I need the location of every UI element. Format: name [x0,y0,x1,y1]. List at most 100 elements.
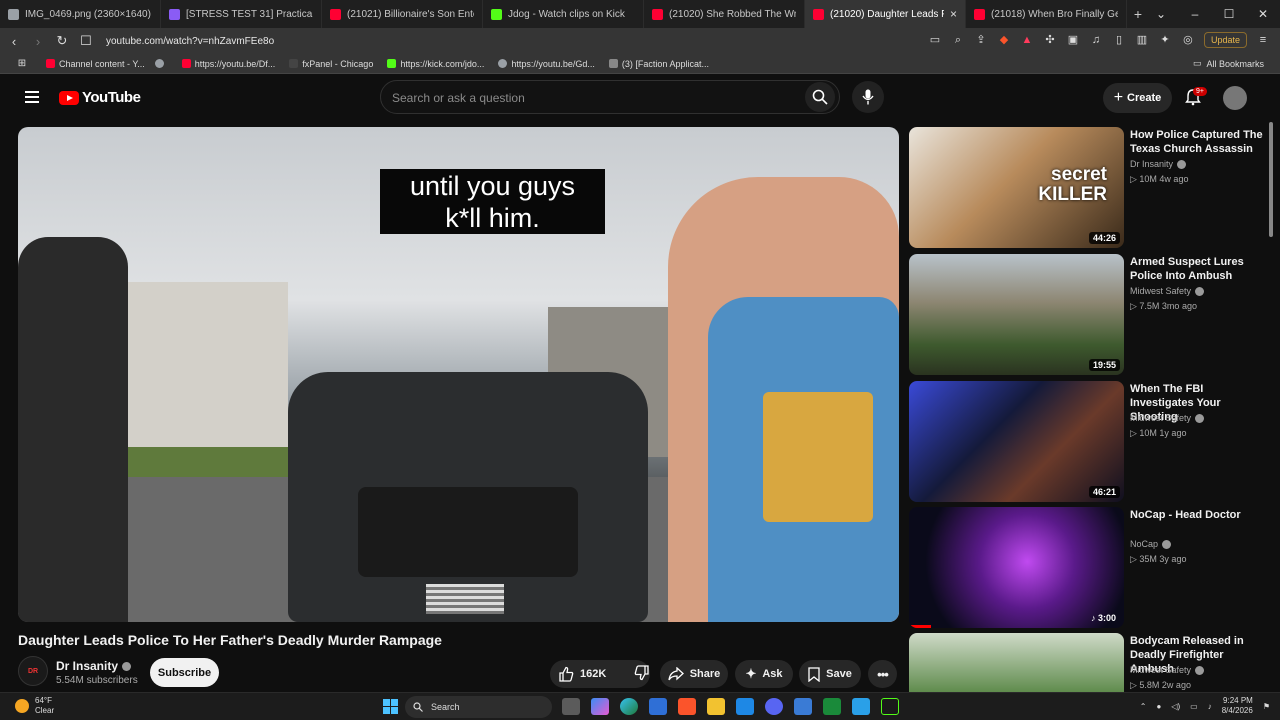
browser-tab[interactable]: [STRESS TEST 31] Practical Basketball [161,0,322,28]
file-explorer-icon[interactable] [707,698,725,715]
recommendation-channel[interactable]: Midwest Safety [1130,413,1205,423]
forward-icon[interactable]: › [28,34,48,49]
maximize-icon[interactable]: ☐ [1212,0,1246,28]
recommendation-item[interactable]: secret KILLER 44:26 How Police Captured … [909,127,1269,248]
tab-search-icon[interactable]: ⌄ [1144,0,1178,28]
mail-icon[interactable] [736,698,754,715]
bookmark-item[interactable]: Channel content - Y... [46,59,145,69]
video-thumbnail[interactable]: secret KILLER 44:26 [909,127,1124,248]
channel-avatar[interactable]: DR [18,656,48,686]
recommendation-title[interactable]: NoCap - Head Doctor [1130,508,1265,522]
close-window-icon[interactable]: ✕ [1246,0,1280,28]
browser-tab[interactable]: (21018) When Bro Finally Gets Invite [966,0,1127,28]
wallet-icon[interactable]: ▣ [1066,33,1080,47]
tab-label: IMG_0469.png (2360×1640) [25,8,151,20]
brave-icon[interactable] [678,698,696,715]
vpn-icon[interactable]: ◎ [1181,33,1195,47]
all-bookmarks[interactable]: ▭ All Bookmarks [1193,58,1264,69]
create-button[interactable]: + Create [1103,83,1172,113]
recommendation-item[interactable]: ♪ 3:00 NoCap - Head Doctor NoCap ▷ 35M 3… [909,507,1269,628]
browser-tab-active[interactable]: (21020) Daughter Leads Poli × [805,0,966,28]
subscribe-button[interactable]: Subscribe [150,658,219,687]
browser-tab[interactable]: (21021) Billionaire's Son Enters Dea [322,0,483,28]
recommendation-channel[interactable]: Midwest Safety [1130,286,1205,296]
cast-icon[interactable]: ▭ [928,33,942,47]
notepad-icon[interactable] [794,698,812,715]
zoom-icon[interactable]: ⌕ [951,33,965,47]
microphone-tray-icon[interactable]: ● [1156,702,1161,711]
notifications-icon[interactable]: ⚑ [1263,702,1270,711]
store-icon[interactable] [649,698,667,715]
kick-icon[interactable] [881,698,899,715]
tray-chevron-icon[interactable]: ⌃ [1140,702,1147,711]
bookmark-item[interactable] [154,59,168,68]
recommendation-item[interactable]: 46:21 When The FBI Investigates Your Sho… [909,381,1269,502]
more-actions-button[interactable]: ••• [868,660,897,688]
account-avatar[interactable] [1223,86,1247,110]
video-thumbnail[interactable]: ♪ 3:00 [909,507,1124,628]
video-player[interactable]: until you guys k*ll him. [18,127,899,622]
share-button[interactable]: Share [660,660,728,688]
bookmark-item[interactable]: https://youtu.be/Df... [181,59,275,69]
recommendation-channel[interactable]: NoCap [1130,539,1172,549]
bookmark-item[interactable]: (3) [Faction Applicat... [608,59,709,69]
edge-icon[interactable] [620,698,638,715]
network-icon[interactable]: ▭ [1190,702,1198,711]
save-button[interactable]: Save [799,660,861,688]
speaker-icon[interactable]: ♪ [1208,702,1212,711]
apps-grid-icon[interactable]: ⊞ [12,58,32,69]
voice-search-button[interactable] [852,81,884,113]
media-icon[interactable]: ♫ [1089,33,1103,47]
recommendation-title[interactable]: Armed Suspect Lures Police Into Ambush [1130,255,1265,283]
menu-icon[interactable]: ≡ [1256,33,1270,47]
extensions-icon[interactable]: ✣ [1043,33,1057,47]
search-input[interactable]: Search or ask a question [380,80,840,114]
like-button[interactable]: 162K [558,666,606,682]
taskbar-search[interactable]: Search [405,696,552,718]
rewards-icon[interactable]: ▲ [1020,33,1034,47]
url-field[interactable]: youtube.com/watch?v=nhZavmFEe8o [106,36,274,47]
recommendation-item[interactable]: 19:55 Armed Suspect Lures Police Into Am… [909,254,1269,375]
windows-start-icon[interactable] [383,699,398,714]
leo-icon[interactable]: ✦ [1158,33,1172,47]
menu-icon[interactable] [25,91,39,103]
reload-icon[interactable]: ↻ [52,33,72,49]
recommendation-channel[interactable]: Dr Insanity [1130,159,1187,169]
channel-name[interactable]: Dr Insanity [56,659,132,673]
volume-icon[interactable]: ◁) [1171,702,1180,711]
browser-tab[interactable]: IMG_0469.png (2360×1640) [0,0,161,28]
search-button[interactable] [805,82,835,112]
video-thumbnail[interactable]: 46:21 [909,381,1124,502]
split-view-icon[interactable]: ▥ [1135,33,1149,47]
xbox-icon[interactable] [823,698,841,715]
video-thumbnail[interactable] [909,633,1124,692]
share-page-icon[interactable]: ⇪ [974,33,988,47]
bookmark-item[interactable]: https://youtu.be/Gd... [498,59,595,69]
weather-widget[interactable]: 64°F Clear [15,696,54,716]
copilot-icon[interactable] [591,698,609,715]
update-button[interactable]: Update [1203,32,1247,48]
bookmark-icon[interactable]: ☐ [76,33,96,49]
recommendation-meta: ▷ 10M 1y ago [1130,428,1187,438]
video-thumbnail[interactable]: 19:55 [909,254,1124,375]
ask-button[interactable]: ✦ Ask [735,660,793,688]
taskbar-clock[interactable]: 9:24 PM 8/4/2026 [1222,696,1253,716]
shield-icon[interactable]: ◆ [997,33,1011,47]
bookmark-item[interactable]: https://kick.com/jdo... [387,59,484,69]
photos-icon[interactable] [852,698,870,715]
recommendation-channel[interactable]: Midwest Safety [1130,665,1205,675]
sidebar-toggle-icon[interactable]: ▯ [1112,33,1126,47]
close-tab-icon[interactable]: × [950,7,957,21]
bookmark-item[interactable]: fxPanel - Chicago [289,59,373,69]
discord-icon[interactable] [765,698,783,715]
recommendation-title[interactable]: How Police Captured The Texas Church Ass… [1130,128,1265,156]
back-icon[interactable]: ‹ [4,34,24,49]
page-scrollbar[interactable] [1269,122,1273,237]
youtube-logo[interactable]: YouTube [59,89,141,106]
dislike-button[interactable] [634,664,650,684]
task-view-icon[interactable] [562,698,580,715]
recommendation-item[interactable]: Bodycam Released in Deadly Firefighter A… [909,633,1269,692]
minimize-icon[interactable]: – [1178,0,1212,28]
browser-tab[interactable]: Jdog - Watch clips on Kick [483,0,644,28]
browser-tab[interactable]: (21020) She Robbed The Wrong Sto [644,0,805,28]
